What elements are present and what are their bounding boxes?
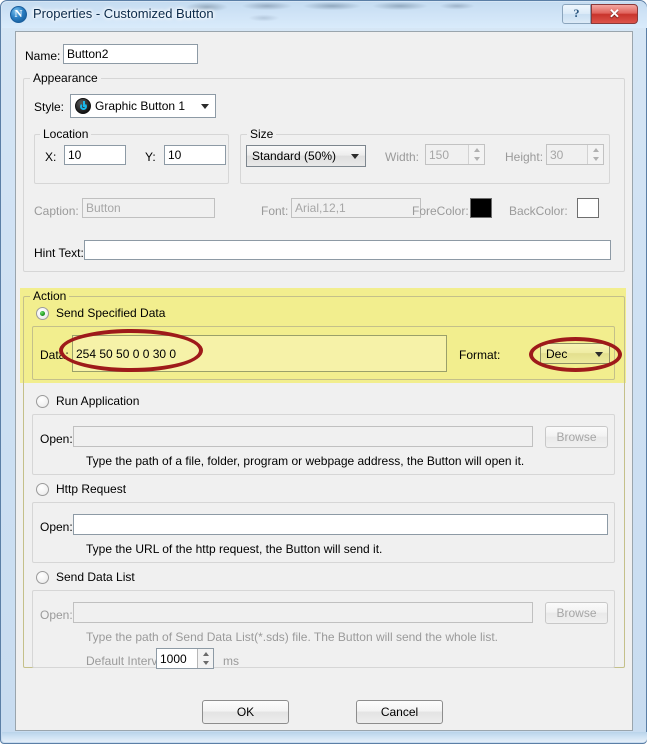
width-stepper-buttons[interactable]: [468, 145, 484, 164]
radio-send-specified-data[interactable]: [36, 307, 49, 320]
font-label: Font:: [261, 204, 289, 218]
run-application-label: Run Application: [56, 394, 140, 408]
size-preset-value: Standard (50%): [252, 149, 337, 163]
app-n-icon: N: [10, 6, 27, 23]
hint-text-input[interactable]: [84, 240, 611, 260]
default-interval-down-icon[interactable]: [198, 659, 213, 669]
backcolor-swatch[interactable]: [577, 198, 599, 218]
power-button-icon: [75, 98, 91, 114]
default-interval-stepper-buttons[interactable]: [197, 649, 213, 668]
default-interval-up-icon[interactable]: [198, 649, 213, 659]
dialog-client-area: Name: Button2 Appearance Style: Graphic …: [15, 31, 633, 731]
data-label: Data:: [40, 348, 69, 362]
style-combo-value: Graphic Button 1: [95, 99, 186, 113]
forecolor-swatch[interactable]: [470, 198, 492, 218]
http-request-hint: Type the URL of the http request, the Bu…: [86, 542, 383, 556]
radio-run-application[interactable]: [36, 395, 49, 408]
style-combo[interactable]: Graphic Button 1: [70, 94, 216, 118]
font-input[interactable]: Arial,12,1: [291, 198, 421, 218]
send-specified-data-label: Send Specified Data: [56, 306, 166, 320]
hint-text-label: Hint Text:: [34, 246, 84, 260]
run-application-open-label: Open:: [40, 432, 73, 446]
width-stepper[interactable]: 150: [425, 144, 485, 165]
height-label: Height:: [505, 150, 544, 164]
default-interval-unit: ms: [223, 654, 239, 668]
send-data-list-label: Send Data List: [56, 570, 135, 584]
forecolor-label: ForeColor:: [412, 204, 469, 218]
send-data-list-browse-button[interactable]: Browse: [545, 602, 608, 624]
radio-http-request[interactable]: [36, 483, 49, 496]
run-application-hint: Type the path of a file, folder, program…: [86, 454, 525, 468]
default-interval-value: 1000: [160, 651, 187, 666]
width-stepper-up-icon[interactable]: [469, 145, 484, 155]
dialog-window: N Properties - Customized Button ? ✕ Nam…: [0, 0, 647, 744]
style-label: Style:: [34, 100, 65, 114]
location-x-label: X:: [45, 150, 57, 164]
run-application-open-input[interactable]: [73, 426, 533, 447]
width-stepper-down-icon[interactable]: [469, 155, 484, 165]
window-bottom-strip: [2, 732, 647, 742]
send-data-list-open-label: Open:: [40, 608, 73, 622]
send-data-list-hint: Type the path of Send Data List(*.sds) f…: [86, 630, 499, 644]
help-icon[interactable]: ?: [562, 4, 591, 24]
height-stepper[interactable]: 30: [546, 144, 604, 165]
size-group-title: Size: [247, 127, 277, 141]
size-preset-combo[interactable]: Standard (50%): [246, 145, 366, 167]
chevron-down-icon: [201, 104, 209, 109]
location-y-input[interactable]: 10: [164, 145, 226, 165]
width-label: Width:: [385, 150, 420, 164]
http-request-label: Http Request: [56, 482, 127, 496]
location-group-title: Location: [40, 127, 92, 141]
height-stepper-down-icon[interactable]: [588, 155, 603, 165]
send-data-list-open-input[interactable]: [73, 602, 533, 623]
data-input[interactable]: 254 50 50 0 0 30 0: [72, 335, 447, 372]
height-stepper-buttons[interactable]: [587, 145, 603, 164]
action-group-title: Action: [30, 289, 70, 303]
format-combo[interactable]: Dec: [540, 343, 610, 364]
name-label: Name:: [25, 49, 61, 63]
height-value: 30: [550, 147, 564, 162]
name-input[interactable]: Button2: [63, 44, 198, 64]
close-icon[interactable]: ✕: [591, 4, 638, 24]
chevron-down-icon: [595, 351, 603, 357]
width-value: 150: [429, 147, 450, 162]
height-stepper-up-icon[interactable]: [588, 145, 603, 155]
chevron-down-icon: [351, 154, 359, 159]
run-application-browse-button[interactable]: Browse: [545, 426, 608, 448]
default-interval-label: Default Interval: [86, 654, 167, 668]
titlebar[interactable]: N Properties - Customized Button ? ✕: [2, 2, 647, 28]
default-interval-stepper[interactable]: 1000: [156, 648, 214, 669]
location-y-label: Y:: [145, 150, 156, 164]
http-request-open-label: Open:: [40, 520, 73, 534]
caption-input[interactable]: Button: [82, 198, 215, 218]
ok-button[interactable]: OK: [202, 700, 289, 724]
appearance-group-title: Appearance: [30, 71, 101, 85]
format-combo-value: Dec: [546, 346, 568, 361]
location-x-input[interactable]: 10: [64, 145, 126, 165]
radio-send-data-list[interactable]: [36, 571, 49, 584]
format-label: Format:: [459, 348, 501, 362]
cancel-button[interactable]: Cancel: [356, 700, 443, 724]
window-title: Properties - Customized Button: [33, 6, 214, 21]
caption-label: Caption:: [34, 204, 79, 218]
http-request-open-input[interactable]: [73, 514, 608, 535]
backcolor-label: BackColor:: [509, 204, 568, 218]
